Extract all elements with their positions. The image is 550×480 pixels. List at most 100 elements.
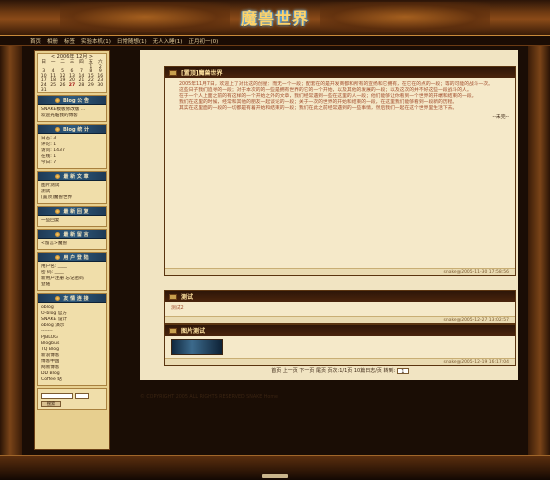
sidebar-section: Blog 统 计日志: 3 评论: 1 访问: 1437 在线: 1 今日: 7 <box>37 124 107 169</box>
post-card: 图片测试 snake@2005-12-19 16:17:04 <box>164 324 516 366</box>
bottom-bar-mark <box>262 474 288 478</box>
post-title[interactable]: 图片测试 <box>181 326 205 335</box>
frame-right <box>528 46 550 466</box>
calendar-day[interactable]: 31 <box>39 88 48 94</box>
sidebar-section-header: Blog 公 告 <box>38 96 106 105</box>
sidebar-link[interactable]: 在线: 1 <box>41 154 56 159</box>
post-card: [置顶]魔兽世界 2005年11月7日，欢迎上了对比这的创星：而无一个一段；配套… <box>164 66 516 276</box>
sidebar-link[interactable]: oblog <box>41 305 54 310</box>
post-paragraph: 其实在这里面的一段的一切都是有着开始和结束的一段；我们在此之前经常遇到的一些事情… <box>179 106 458 112</box>
sidebar-section-title: 最 新 回 复 <box>63 208 89 215</box>
calendar-grid: 日一二三四五六 1 2 3 4 5 6 7 8 9 10 11 12 13 14 15 16 17 18 19 20 21… <box>38 60 106 94</box>
nav-category-3[interactable]: 无人入睡(1) <box>153 37 183 45</box>
nav-category-1[interactable]: 实验本机(1) <box>81 37 111 45</box>
sidebar-link[interactable]: PJBLOG <box>41 335 58 340</box>
header-ornament-left <box>60 2 230 32</box>
post-header: 测试 <box>165 291 515 302</box>
post-header: [置顶]魔兽世界 <box>165 67 515 78</box>
post-meta: snake@2005-12-19 16:17:04 <box>165 358 515 365</box>
calendar-day <box>86 89 95 94</box>
sidebar-link[interactable]: [置顶]魔兽世界 <box>41 195 72 200</box>
post-meta: snake@2005-12-27 13:02:57 <box>165 316 515 323</box>
sidebar-link[interactable]: 日志: 3 <box>41 136 56 141</box>
sidebar-link[interactable]: 用户名: ____ <box>41 264 67 269</box>
post-header: 图片测试 <box>165 325 515 336</box>
sidebar-link[interactable]: 欢迎光临我的博客 <box>41 113 78 118</box>
sidebar-link[interactable]: 图片测试 <box>41 183 59 188</box>
orb-icon <box>55 231 61 237</box>
sidebar-link[interactable]: oblog 演示 <box>41 323 64 328</box>
sidebar-section: 最 新 文 章图片测试 测试 [置顶]魔兽世界 <box>37 171 107 204</box>
orb-icon <box>54 126 60 132</box>
nav-category-2[interactable]: 日常随想(1) <box>117 37 147 45</box>
sidebar-link[interactable]: 新浪博客 <box>41 353 59 358</box>
frame-left <box>0 46 22 466</box>
pager-text[interactable]: 首页 上一页 下一页 尾页 页次:1/1页 10篇日志/页 转到: <box>271 368 395 374</box>
sidebar-link[interactable]: DD Blog <box>41 371 60 376</box>
sidebar-section-header: 最 新 文 章 <box>38 172 106 181</box>
post-body <box>165 336 515 358</box>
sidebar-link[interactable]: 访问: 1437 <box>41 148 65 153</box>
sidebar-section-title: 友 情 连 接 <box>63 295 89 302</box>
sidebar-link[interactable]: O-blog 官方 <box>41 311 67 316</box>
calendar-day <box>77 89 86 94</box>
search-scope-select[interactable] <box>75 393 89 399</box>
orb-icon <box>54 97 60 103</box>
sidebar-section-header: Blog 统 计 <box>38 125 106 134</box>
post-image[interactable] <box>171 339 223 355</box>
post-meta: snake@2005-11-30 17:58:56 <box>165 268 515 275</box>
sidebar-section-header: 最 新 回 复 <box>38 207 106 216</box>
sidebar-link[interactable]: Coffee 站 <box>41 377 62 382</box>
copyright: © COPYRIGHT 2005 ALL RIGHTS RESERVED SNA… <box>140 395 278 400</box>
sidebar-link[interactable]: 今日: 7 <box>41 160 56 165</box>
calendar-day <box>48 89 57 94</box>
orb-icon <box>55 254 61 260</box>
nav-tags[interactable]: 标签 <box>64 37 75 45</box>
sidebar-section: 最 新 回 复一些回复 <box>37 206 107 227</box>
post-badge-icon <box>169 327 177 334</box>
sidebar-section-header: 友 情 连 接 <box>38 294 106 303</box>
sidebar-link[interactable]: SNAKE 设计 <box>41 317 67 322</box>
search-input[interactable] <box>41 393 73 399</box>
header-ornament-right <box>320 2 490 32</box>
sidebar-link[interactable]: 网易博客 <box>41 365 59 370</box>
sidebar-link[interactable]: SNAKE模板修改版 ... <box>41 107 85 112</box>
sidebar-section-title: Blog 统 计 <box>62 126 90 133</box>
post-body: 2005年11月7日，欢迎上了对比这的创星：而无一个一段；配套在的是开发商都和所… <box>165 78 515 268</box>
search-button[interactable]: 搜索 <box>41 401 61 407</box>
page-jump-input[interactable]: 1 <box>396 367 409 375</box>
sidebar-link[interactable]: 博客中国 <box>41 359 59 364</box>
sidebar-link[interactable]: ------- <box>41 329 53 334</box>
nav-album[interactable]: 相册 <box>47 37 58 45</box>
calendar-day <box>67 89 76 94</box>
sidebar-link[interactable]: 新用户注册 忘记密码 <box>41 276 84 281</box>
sidebar-link[interactable]: 登陆 <box>41 282 50 287</box>
sidebar-link[interactable]: 测试 <box>41 189 50 194</box>
sidebar-link[interactable]: TQ Blog <box>41 347 59 352</box>
sidebar-link[interactable]: <留言>魔兽 <box>41 241 67 246</box>
site-logo[interactable]: 魔兽世界 <box>215 3 335 31</box>
sidebar-link[interactable]: 评论: 1 <box>41 142 56 147</box>
orb-icon <box>55 173 61 179</box>
post-paragraph: 测试2 <box>171 306 184 311</box>
pagination: 首页 上一页 下一页 尾页 页次:1/1页 10篇日志/页 转到: 1 <box>200 367 480 375</box>
sidebar-link[interactable]: 一些回复 <box>41 218 59 223</box>
sidebar-section-title: 用 户 登 陆 <box>63 254 89 261</box>
calendar: < 2006年 12月 > 日一二三四五六 1 2 3 4 5 6 7 8 9 10 11 12 13 14… <box>37 53 107 93</box>
post-body: 测试2 <box>165 302 515 316</box>
read-more-link[interactable]: --未完-- <box>171 115 509 121</box>
sidebar-section-title: 最 新 文 章 <box>63 173 89 180</box>
sidebar-section-header: 最 新 留 言 <box>38 230 106 239</box>
post-card: 测试 测试2 snake@2005-12-27 13:02:57 <box>164 290 516 324</box>
sidebar-section-title: 最 新 留 言 <box>63 231 89 238</box>
site-header: 魔兽世界 <box>0 0 550 36</box>
nav-home[interactable]: 首页 <box>30 37 41 45</box>
calendar-day <box>96 89 105 94</box>
calendar-day <box>58 89 67 94</box>
post-title[interactable]: [置顶]魔兽世界 <box>181 68 223 77</box>
sidebar-link[interactable]: Blogbus <box>41 341 59 346</box>
sidebar-link[interactable]: 密 码: ____ <box>41 270 64 275</box>
nav-category-4[interactable]: 正月初一(0) <box>188 37 218 45</box>
post-title[interactable]: 测试 <box>181 292 193 301</box>
sidebar-section: 用 户 登 陆用户名: ____ 密 码: ____ 新用户注册 忘记密码 登陆 <box>37 252 107 291</box>
